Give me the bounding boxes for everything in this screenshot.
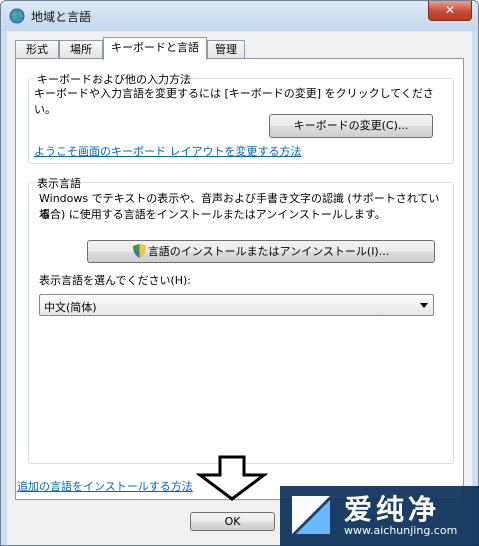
tab-administrative[interactable]: 管理 — [207, 40, 245, 59]
display-language-description-line2: 場合) に使用する言語をインストールまたはアンインストールします。 — [39, 208, 386, 221]
tab-panel: キーボードおよび他の入力方法 キーボードや入力言語を変更するには [キーボードの… — [15, 58, 464, 500]
window-title: 地域と言語 — [31, 10, 92, 24]
install-uninstall-label: 言語のインストールまたはアンインストール(I)... — [147, 245, 390, 258]
uac-shield-icon — [132, 244, 146, 258]
arrow-down-icon — [196, 455, 268, 501]
tab-keyboards-languages[interactable]: キーボードと言語 — [103, 37, 207, 60]
keyboard-group: キーボードおよび他の入力方法 キーボードや入力言語を変更するには [キーボードの… — [28, 71, 454, 164]
chevron-down-icon — [420, 303, 428, 308]
close-button[interactable]: ✕ — [428, 1, 472, 21]
close-icon: ✕ — [444, 3, 456, 17]
ok-button[interactable]: OK — [190, 512, 275, 531]
display-language-select[interactable]: 中文(简体) — [39, 294, 434, 316]
watermark-title: 爱纯净 — [344, 493, 441, 526]
selected-language-value: 中文(简体) — [44, 301, 97, 314]
change-keyboards-button[interactable]: キーボードの変更(C)... — [269, 114, 433, 138]
title-bar[interactable]: 地域と言語 ✕ — [1, 1, 478, 31]
welcome-screen-keyboard-link[interactable]: ようこそ画面のキーボード レイアウトを変更する方法 — [34, 143, 302, 159]
watermark-url: www.aichunjing.com — [344, 524, 458, 537]
site-logo-icon — [292, 496, 330, 534]
choose-display-language-label: 表示言語を選んでください(H): — [39, 274, 192, 287]
display-language-group: 表示言語 Windows でテキストの表示や、音声および手書き文字の認識 (サポ… — [28, 175, 454, 464]
tab-location[interactable]: 場所 — [59, 40, 103, 59]
install-uninstall-languages-button[interactable]: 言語のインストールまたはアンインストール(I)... — [87, 240, 435, 263]
display-language-group-title: 表示言語 — [35, 175, 83, 191]
tab-format[interactable]: 形式 — [15, 40, 59, 59]
keyboard-group-title: キーボードおよび他の入力方法 — [35, 71, 193, 87]
globe-icon — [9, 8, 25, 24]
watermark: 爱纯净 www.aichunjing.com — [280, 486, 479, 546]
install-additional-languages-link[interactable]: 追加の言語をインストールする方法 — [17, 478, 193, 494]
